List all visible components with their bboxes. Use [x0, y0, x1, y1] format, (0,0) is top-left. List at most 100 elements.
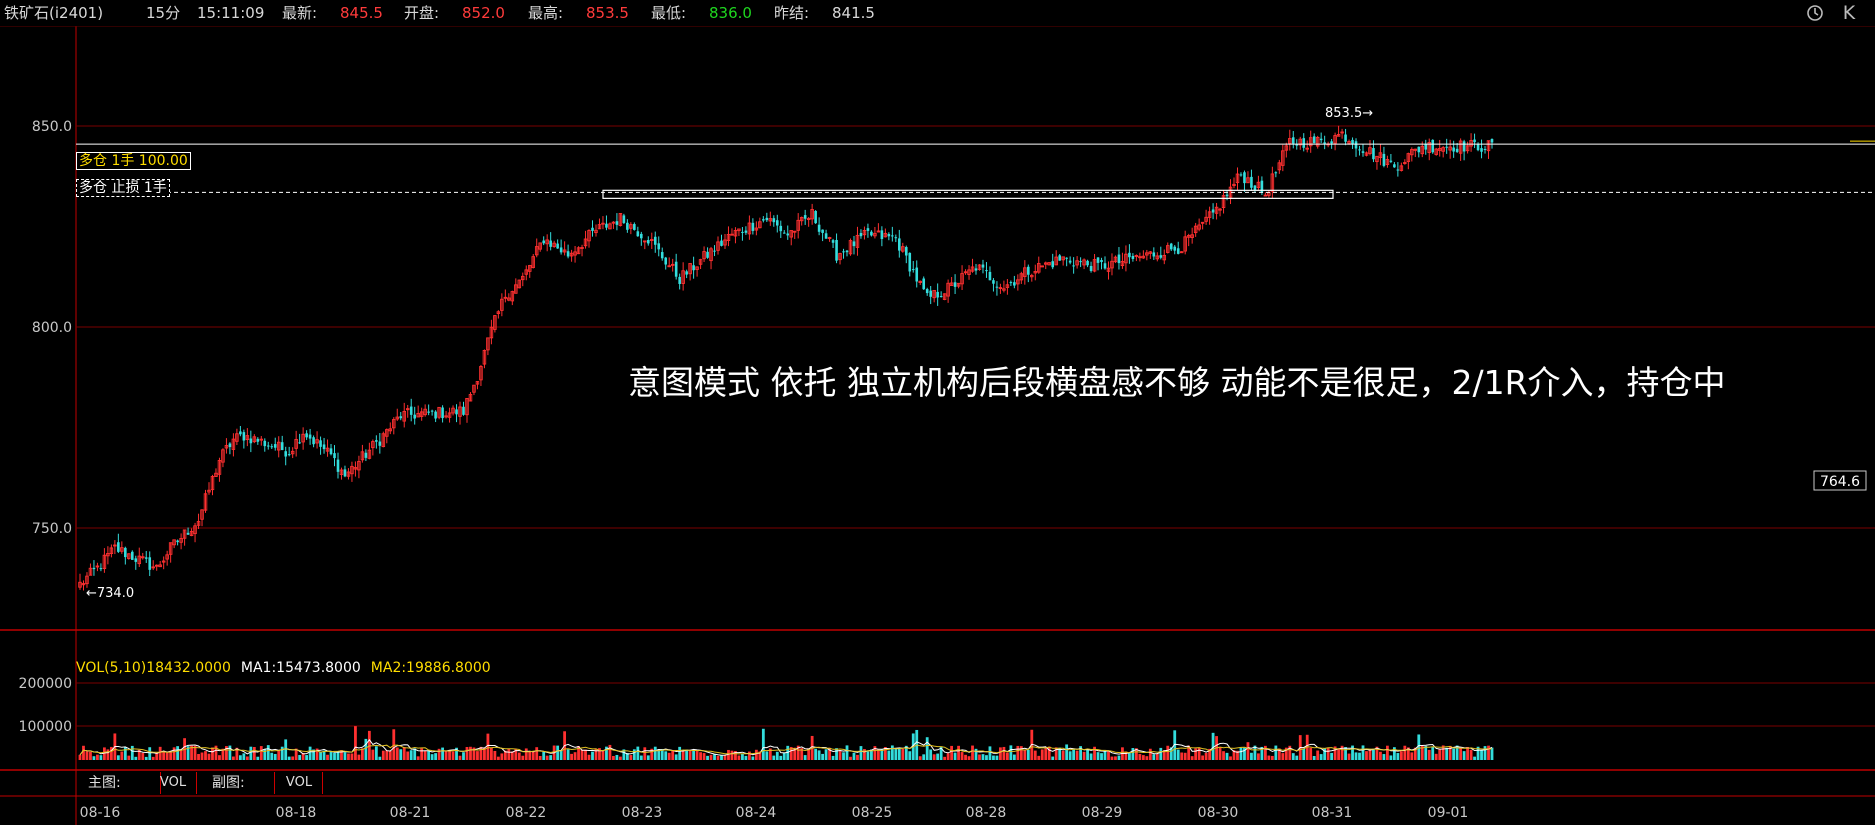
volume-bar	[493, 750, 497, 760]
volume-bar	[1183, 752, 1187, 760]
stop-loss-label[interactable]: 多仓 止损 1手	[76, 177, 170, 197]
volume-bar	[1082, 751, 1086, 760]
volume-bar	[266, 745, 270, 760]
candle-body	[713, 250, 716, 252]
candle-body	[1239, 174, 1243, 176]
long-position-label[interactable]: 多仓 1手 100.00	[76, 150, 191, 170]
volume-bar	[1005, 752, 1009, 760]
volume-bar	[1337, 748, 1340, 760]
k-icon[interactable]: K	[1840, 4, 1858, 23]
candle-body	[124, 547, 127, 558]
volume-bars	[78, 726, 1494, 760]
candle-body	[720, 240, 723, 246]
candle-body	[870, 231, 873, 236]
candle-body	[329, 448, 333, 455]
volume-bar	[876, 749, 880, 760]
kline-chart[interactable]: 850.0 800.0 750.0 200000 100000 853.5→ ←734.0 7…	[0, 26, 1875, 825]
volume-bar	[632, 749, 636, 760]
candle-body	[674, 261, 678, 277]
volume-bar	[908, 751, 912, 760]
volume-legend-item: MA2:19886.8000	[371, 660, 491, 676]
candle-body	[866, 228, 870, 231]
period-label[interactable]: 15分	[146, 0, 180, 26]
candle-body	[859, 232, 863, 237]
volume-bar	[1372, 748, 1375, 760]
volume-bar	[1316, 750, 1320, 760]
volume-bar	[608, 744, 612, 760]
volume-bar	[681, 750, 685, 760]
clock-icon[interactable]	[1806, 4, 1824, 22]
candle-body	[1344, 134, 1347, 142]
volume-bar	[1225, 752, 1229, 760]
candle-body	[1330, 141, 1333, 144]
volume-bar	[988, 746, 992, 760]
candle-body	[911, 269, 915, 271]
volume-bar	[89, 751, 92, 760]
candle-body	[922, 278, 926, 290]
candle-body	[270, 446, 274, 448]
volume-bar	[420, 748, 424, 760]
volume-bar	[1131, 748, 1135, 760]
candle-body	[92, 567, 96, 570]
volume-bar	[496, 756, 500, 760]
volume-bar	[859, 746, 863, 760]
candle-body	[831, 240, 835, 243]
volume-bar	[1068, 751, 1072, 760]
volume-bar	[559, 750, 563, 760]
candle-body	[1250, 176, 1253, 188]
candle-body	[1211, 209, 1215, 213]
low-price-marker: ←734.0	[86, 586, 134, 601]
candle-body	[1086, 260, 1089, 266]
volume-bar	[500, 753, 504, 760]
volume-bar	[82, 745, 85, 760]
symbol-name[interactable]: 铁矿石(i2401)	[4, 0, 103, 26]
volume-bar	[1026, 749, 1030, 760]
date-tick-label: 08-31	[1312, 805, 1353, 821]
volume-bar	[1462, 751, 1466, 760]
candle-body	[591, 227, 594, 231]
sub-chart-indicator[interactable]: VOL	[276, 772, 323, 794]
volume-bar	[374, 746, 378, 760]
volume-bar	[1410, 752, 1414, 760]
candle-body	[925, 289, 929, 294]
main-chart-indicator[interactable]: VOL	[150, 772, 197, 794]
date-tick-label: 08-30	[1198, 805, 1239, 821]
candle-body	[343, 469, 347, 477]
volume-bar	[953, 752, 957, 760]
volume-bar	[1204, 752, 1208, 760]
volume-bar	[427, 750, 431, 760]
volume-bar	[1190, 756, 1194, 760]
candle-body	[1068, 260, 1072, 263]
candle-body	[1253, 185, 1257, 191]
volume-bar	[1176, 749, 1180, 760]
candle-body	[462, 406, 465, 415]
candle-body	[974, 268, 978, 271]
volume-bar	[1417, 734, 1421, 760]
volume-bar	[538, 755, 542, 760]
volume-bar	[151, 756, 155, 760]
candle-body	[1319, 138, 1323, 141]
volume-bar	[716, 755, 720, 760]
volume-bar	[270, 752, 274, 760]
volume-bar	[890, 745, 894, 760]
candle-body	[817, 224, 821, 232]
volume-bar	[824, 749, 828, 760]
volume-bar	[486, 733, 490, 760]
volume-bar	[1358, 752, 1361, 760]
candle-body	[741, 231, 744, 233]
volume-bar	[1089, 753, 1093, 760]
volume-bar	[803, 755, 807, 760]
volume-bar	[1431, 746, 1435, 760]
volume-bar	[1002, 746, 1006, 760]
date-tick-label: 08-23	[622, 805, 663, 821]
candle-body	[549, 240, 552, 247]
volume-bar	[1365, 751, 1368, 760]
volume-bar	[1309, 747, 1313, 760]
volume-bar	[1145, 756, 1149, 760]
volume-bar	[416, 756, 420, 760]
candle-body	[556, 243, 559, 249]
volume-bar	[448, 750, 451, 760]
candle-body	[995, 286, 999, 288]
volume-bar	[852, 752, 856, 760]
volume-bar	[423, 750, 427, 760]
